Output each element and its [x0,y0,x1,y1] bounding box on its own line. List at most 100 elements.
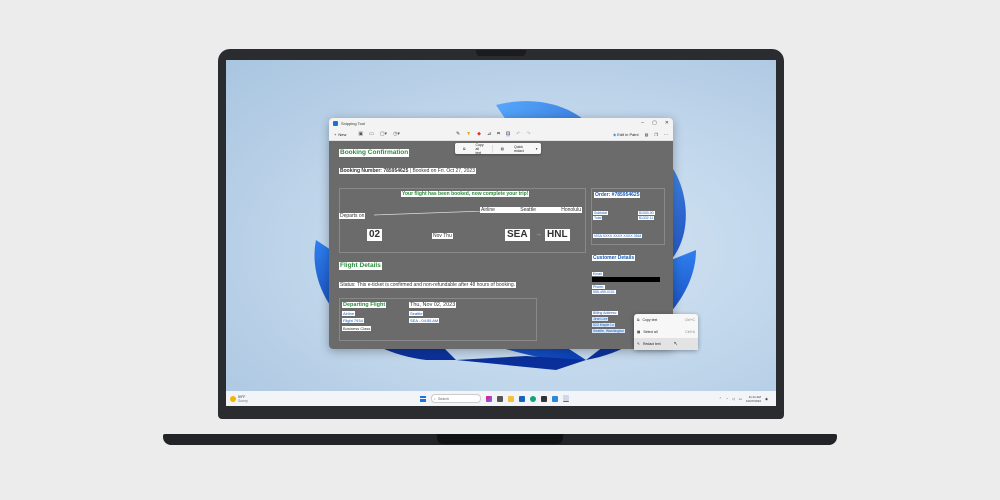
screenshot-mode-icon[interactable]: ▣ [358,131,363,137]
email-label[interactable]: Email [592,272,603,276]
subtotal-label[interactable]: Subtotal [593,211,608,215]
menu-item-redact-text[interactable]: ✎ Redact text ↖ [634,338,698,350]
volume-icon[interactable]: ◁ [732,397,735,401]
chevron-up-icon[interactable]: ⌃ [719,397,722,401]
departure-month-day[interactable]: Nov Thu [432,233,453,239]
shortcut-copy: Ctrl+C [684,318,695,322]
screenshot-canvas: ⧉ Copy all text ▨ Quick redact ▾ Booking… [329,141,673,349]
maximize-button[interactable]: ▢ [652,120,657,126]
booking-banner[interactable]: Your flight has been booked, now complet… [401,191,530,197]
phone-number[interactable]: 555-459-0101 [592,290,616,294]
flight-number[interactable]: Flight 7934 [342,318,364,323]
store-icon[interactable] [541,395,547,402]
phone-label[interactable]: Phone: [592,285,606,289]
close-button[interactable]: ✕ [665,120,669,126]
weather-condition: Sunny [238,398,248,403]
edge-icon[interactable] [530,395,536,402]
wifi-icon[interactable]: ◔ [726,397,728,401]
battery-icon[interactable]: ▭ [739,397,742,401]
copilot-icon[interactable] [486,395,492,402]
text-actions-icon[interactable]: ⊡ [505,131,511,137]
window-title: Snipping Tool [341,120,365,126]
highlighter-icon[interactable]: ▼ [466,131,471,137]
flight-date[interactable]: Thu, Nov 02, 2023 [409,302,457,308]
total-value[interactable]: $1332.11 [638,216,655,220]
ticket-status[interactable]: Status: This e-ticket is confirmed and n… [339,282,517,288]
shape-select-icon[interactable]: ▢▾ [380,131,387,137]
copy-all-text-button[interactable]: ⧉ Copy all text [455,143,492,155]
mouse-cursor-icon: ↖ [673,341,678,347]
undo-icon[interactable]: ↶ [516,131,520,137]
order-number[interactable]: Order: #785954625 [594,192,641,198]
laptop-camera-notch [476,50,526,56]
search-icon: ⌕ [434,396,436,401]
file-explorer-icon[interactable] [508,395,514,402]
customer-city[interactable]: Seattle, Washington [592,329,626,333]
flight-summary-panel [339,188,586,253]
title-bar: Snipping Tool – ▢ ✕ [329,118,673,128]
copy-icon[interactable]: ❐ [654,132,658,137]
video-mode-icon[interactable]: ▭ [369,131,374,137]
sun-icon [230,395,236,402]
select-all-icon: ▦ [637,330,641,334]
task-view-icon[interactable] [497,395,503,402]
booking-number: Booking Number: 785954625 [340,168,409,174]
context-menu: ⧉ Copy text Ctrl+C ▦ Select all Ctrl+A ✎… [634,314,698,350]
more-icon[interactable]: ⋯ [664,132,668,137]
total-label[interactable]: Total [593,216,603,220]
origin-code[interactable]: SEA [505,229,530,241]
flight-class[interactable]: Business Class [342,326,372,331]
photos-icon[interactable] [552,395,558,402]
minimize-button[interactable]: – [641,120,644,126]
departure-day[interactable]: 02 [367,229,383,241]
timer-icon[interactable]: ◷▾ [393,131,400,137]
flight-airline[interactable]: Airline [342,311,356,316]
system-tray: ⌃ ◔ ◁ ▭ 11:11 AM 10/27/2023 ◉ [719,395,768,403]
card-number[interactable]: VISA XXXX XXXX XXXX 3564 [593,234,643,238]
menu-item-copy-text[interactable]: ⧉ Copy text Ctrl+C [634,314,698,326]
laptop-hinge [437,434,563,444]
copy-text-icon: ⧉ [463,146,466,151]
menu-item-select-all[interactable]: ▦ Select all Ctrl+A [634,326,698,338]
subtotal-value[interactable]: $1000.00 [638,211,655,215]
airline-col: Airline [481,207,495,213]
route-header[interactable]: Airline Seattle Honolulu [480,207,582,213]
flight-city[interactable]: Seattle [409,311,424,316]
customer-street[interactable]: 523 Maple Ln [592,323,616,327]
destination-code[interactable]: HNL [545,229,570,241]
booking-number-row[interactable]: Booking Number: 785954625 | Booked on Fr… [339,168,476,174]
redo-icon[interactable]: ↷ [526,131,530,137]
departing-flight-heading[interactable]: Departing Flight [342,302,387,308]
flight-time[interactable]: SEA - 04:55 AM [409,318,440,323]
clock[interactable]: 11:11 AM 10/27/2023 [746,395,761,403]
taskbar-search[interactable]: ⌕ Search [431,394,481,403]
booking-heading[interactable]: Booking Confirmation [339,149,410,157]
plus-icon: + [334,131,337,137]
snipping-tool-taskbar-icon[interactable] [563,395,569,402]
action-bar-dropdown-icon[interactable]: ▾ [532,147,542,151]
departs-on-label[interactable]: Departs on [339,213,366,219]
shortcut-select-all: Ctrl+A [685,330,695,334]
edit-in-paint-button[interactable]: ◈ Edit in Paint [613,132,639,137]
customer-details-heading[interactable]: Customer Details [592,255,636,261]
quick-redact-button[interactable]: ▨ Quick redact [491,144,532,153]
eraser-icon[interactable]: ◆ [477,131,481,137]
customer-name[interactable]: Jiran Lee [592,317,609,321]
save-icon[interactable]: ▤ [645,132,649,137]
mail-icon[interactable] [519,395,525,402]
flight-details-heading[interactable]: Flight Details [339,262,382,270]
honolulu-col: Honolulu [561,207,581,213]
redact-icon: ✎ [637,342,640,346]
ruler-icon[interactable]: ⊿ [487,131,491,137]
weather-widget[interactable]: 59°F Sunny [230,395,248,403]
clock-date: 10/27/2023 [745,398,761,403]
toolbar: + New ▣ ▭ ▢▾ ◷▾ ✎ ▼ ◆ ⊿ ⌗ ⊡ ↶ ↷ ◈ Edit i… [329,128,673,141]
redact-icon: ▨ [500,146,504,151]
new-button[interactable]: + New [334,132,346,137]
crop-icon[interactable]: ⌗ [497,131,500,137]
pen-icon[interactable]: ✎ [456,131,460,137]
start-button[interactable] [420,395,426,402]
snipping-tool-window: Snipping Tool – ▢ ✕ + New ▣ ▭ ▢▾ ◷▾ ✎ ▼ … [329,118,673,349]
notifications-icon[interactable]: ◉ [765,397,768,401]
billing-address-label[interactable]: Billing Address: [592,311,618,315]
